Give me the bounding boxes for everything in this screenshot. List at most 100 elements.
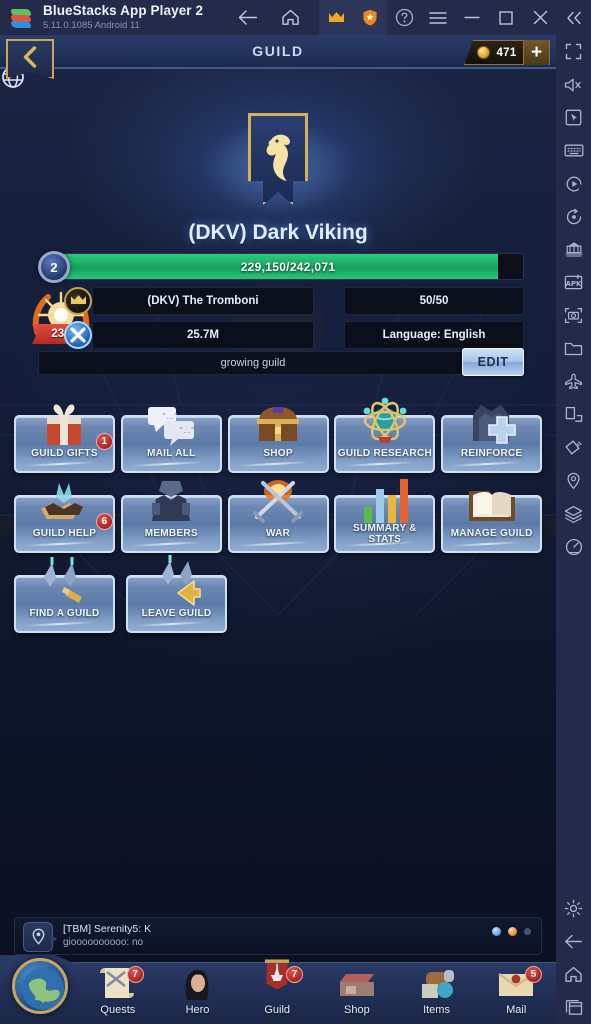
mute-icon[interactable] <box>556 68 591 101</box>
bluestacks-window: BlueStacks App Player 2 5.11.0.1085 Andr… <box>0 0 591 1024</box>
apk-install-icon[interactable]: APK <box>556 266 591 299</box>
guild-crest <box>158 93 398 243</box>
fullscreen-icon[interactable] <box>556 35 591 68</box>
summary-stats-button[interactable]: SUMMARY & STATS <box>334 495 436 553</box>
menu-cell: MANAGE GUILD <box>441 491 543 553</box>
bluestacks-tool-rail: APK <box>556 35 591 1024</box>
menu-cell: SHOP <box>227 407 329 473</box>
leave-guild-button[interactable]: LEAVE GUILD <box>126 575 227 633</box>
keyboard-icon[interactable] <box>556 134 591 167</box>
android-recents-icon[interactable] <box>556 991 591 1024</box>
menu-cell: GUILD HELP 6 <box>14 483 115 553</box>
members-button[interactable]: MEMBERS <box>120 495 222 553</box>
tile-label: MANAGE GUILD <box>450 528 533 539</box>
menu-cell: GUILD RESEARCH <box>334 397 436 473</box>
guild-topbar: GUILD 471 + <box>0 35 556 79</box>
tilt-icon[interactable] <box>556 431 591 464</box>
layers-icon[interactable] <box>556 497 591 530</box>
nav-item-shop[interactable]: Shop <box>317 962 397 1024</box>
add-gold-button[interactable]: + <box>523 40 549 65</box>
location-icon[interactable] <box>556 464 591 497</box>
bottom-nav-items: 7 Quests Hero 7 Guild Shop Items 5 Mail <box>78 959 556 1024</box>
android-home-icon[interactable] <box>556 958 591 991</box>
guild-level-badge: 2 <box>38 251 70 283</box>
guild-power-stat: 25.7M <box>92 321 314 349</box>
guild-nav-badge: 7 <box>286 966 304 983</box>
shop-button[interactable]: SHOP <box>227 415 329 473</box>
android-back-icon[interactable] <box>556 925 591 958</box>
guild-menu-row-3: FIND A GUILD LEAVE GUILD <box>14 555 542 633</box>
cursor-icon[interactable] <box>556 101 591 134</box>
app-title: BlueStacks App Player 2 <box>43 2 204 18</box>
titlebar-actions <box>319 0 591 35</box>
guild-language-stat: Language: English <box>344 321 524 349</box>
bottom-navigation: 7 Quests Hero 7 Guild Shop Items 5 Mail <box>0 958 556 1024</box>
war-button[interactable]: WAR <box>227 495 329 553</box>
tile-label: GUILD RESEARCH <box>337 448 432 459</box>
back-chevron-icon[interactable] <box>6 39 54 79</box>
nav-item-quests[interactable]: 7 Quests <box>78 962 158 1024</box>
media-folder-icon[interactable] <box>556 332 591 365</box>
guild-name: (DKV) Dark Viking <box>188 221 368 244</box>
chat-dot-blue[interactable] <box>492 927 501 936</box>
screenshot-icon[interactable] <box>556 299 591 332</box>
menu-cell: FIND A GUILD <box>14 557 120 633</box>
titlebar-text: BlueStacks App Player 2 5.11.0.1085 Andr… <box>43 2 204 31</box>
home-icon[interactable] <box>280 8 300 28</box>
manage-guild-button[interactable]: MANAGE GUILD <box>441 495 543 553</box>
reinforce-button[interactable]: REINFORCE <box>441 415 543 473</box>
mail-badge: 5 <box>525 966 543 983</box>
nav-label: Mail <box>506 1004 527 1016</box>
xp-bar-track: 229,150/242,071 <box>52 253 524 280</box>
close-icon[interactable] <box>523 0 557 35</box>
nav-item-mail[interactable]: 5 Mail <box>476 962 556 1024</box>
tile-label: LEAVE GUILD <box>141 608 212 619</box>
airplane-icon[interactable] <box>556 365 591 398</box>
menu-cell: SUMMARY & STATS <box>334 479 436 553</box>
chat-dot-grey[interactable] <box>524 928 531 935</box>
macro-play-icon[interactable] <box>556 167 591 200</box>
svg-text:APK: APK <box>566 280 583 288</box>
mail-all-button[interactable]: MAIL ALL <box>120 415 222 473</box>
rotate-icon[interactable] <box>556 200 591 233</box>
maximize-icon[interactable] <box>489 0 523 35</box>
sword-icon <box>64 321 92 349</box>
nav-item-guild[interactable]: 7 Guild <box>237 959 317 1024</box>
menu-cell: GUILD GIFTS 1 <box>14 404 115 473</box>
backpack-icon <box>421 970 454 998</box>
find-a-guild-button[interactable]: FIND A GUILD <box>14 575 115 633</box>
tile-label: GUILD HELP <box>32 528 97 539</box>
back-icon[interactable] <box>237 8 257 28</box>
nav-label: Items <box>423 1004 450 1016</box>
chat-dot-orange[interactable] <box>508 927 517 936</box>
edit-button[interactable]: EDIT <box>462 348 524 376</box>
nav-item-hero[interactable]: Hero <box>158 962 238 1024</box>
nav-item-items[interactable]: Items <box>397 962 477 1024</box>
menu-cell: MEMBERS <box>120 481 222 553</box>
world-map-icon[interactable] <box>12 958 68 1014</box>
chat-line-2: gioooooooooo: no <box>63 937 144 948</box>
help-icon[interactable] <box>387 0 421 35</box>
multi-instance-manager-icon[interactable] <box>556 233 591 266</box>
quests-badge: 7 <box>126 966 144 983</box>
chat-bar[interactable]: [TBM] Serenity5: K gioooooooooo: no <box>14 917 542 955</box>
collapse-rail-icon[interactable] <box>557 0 591 35</box>
settings-gear-icon[interactable] <box>556 892 591 925</box>
menu-cell: REINFORCE <box>441 405 543 473</box>
resize-icon[interactable] <box>556 398 591 431</box>
chat-channel-dots[interactable] <box>492 927 531 936</box>
nav-label: Hero <box>185 1004 210 1016</box>
guild-research-button[interactable]: GUILD RESEARCH <box>334 415 436 473</box>
guild-menu-row-2: GUILD HELP 6 MEMBERS WAR SUMMARY & STATS… <box>14 479 543 553</box>
minimize-icon[interactable] <box>455 0 489 35</box>
gold-currency-pill[interactable]: 471 + <box>464 40 550 65</box>
tile-label: SHOP <box>263 448 293 459</box>
menu-icon[interactable] <box>421 0 455 35</box>
shop-stall-icon <box>339 974 374 996</box>
menu-cell: WAR <box>227 480 329 553</box>
premium-crown-icon[interactable] <box>319 0 353 35</box>
crest-shield <box>248 113 308 205</box>
shield-icon[interactable] <box>353 0 387 35</box>
guild-leader-stat: (DKV) The Tromboni <box>92 287 314 315</box>
performance-gauge-icon[interactable] <box>556 530 591 563</box>
